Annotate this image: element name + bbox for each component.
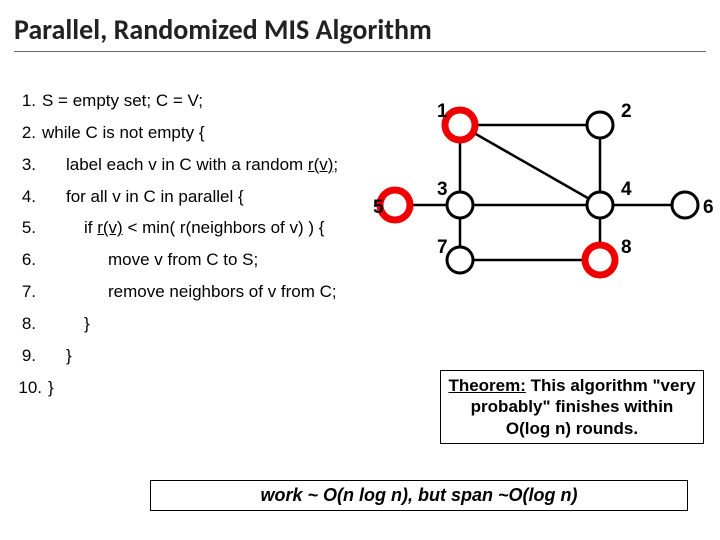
algo-line-1: S = empty set; C = V; — [42, 91, 203, 110]
node-5 — [380, 190, 410, 220]
node-label-5: 5 — [373, 197, 384, 218]
node-1 — [445, 110, 475, 140]
algo-line-10: } — [48, 378, 54, 397]
node-6 — [672, 192, 698, 218]
node-label-4: 4 — [621, 179, 632, 200]
node-7 — [447, 247, 473, 273]
algo-line-2: while C is not empty { — [42, 123, 205, 142]
algo-line-4: for all v in C in parallel { — [42, 187, 244, 206]
node-label-6: 6 — [703, 197, 714, 218]
work-span-box: work ~ O(n log n), but span ~O(log n) — [150, 480, 688, 511]
theorem-label: Theorem: — [448, 376, 525, 395]
node-2 — [587, 112, 613, 138]
node-label-1: 1 — [437, 101, 448, 122]
algo-line-3: label each v in C with a random r(v); — [42, 155, 338, 174]
node-label-3: 3 — [437, 179, 448, 200]
node-3 — [447, 192, 473, 218]
node-label-7: 7 — [437, 237, 448, 258]
node-label-8: 8 — [621, 237, 632, 258]
algo-line-7: remove neighbors of v from C; — [42, 282, 337, 301]
algo-line-8: } — [42, 314, 90, 333]
algo-line-9: } — [42, 346, 72, 365]
node-4 — [587, 192, 613, 218]
slide-title: Parallel, Randomized MIS Algorithm — [14, 12, 706, 47]
algo-line-5: if r(v) < min( r(neighbors of v) ) { — [42, 218, 324, 237]
title-rule — [14, 51, 706, 52]
theorem-box: Theorem: This algorithm "very probably" … — [440, 370, 704, 444]
node-label-2: 2 — [621, 101, 632, 122]
graph-diagram: 1 2 3 4 5 6 7 8 — [425, 95, 715, 295]
node-8 — [585, 245, 615, 275]
algo-line-6: move v from C to S; — [42, 250, 258, 269]
